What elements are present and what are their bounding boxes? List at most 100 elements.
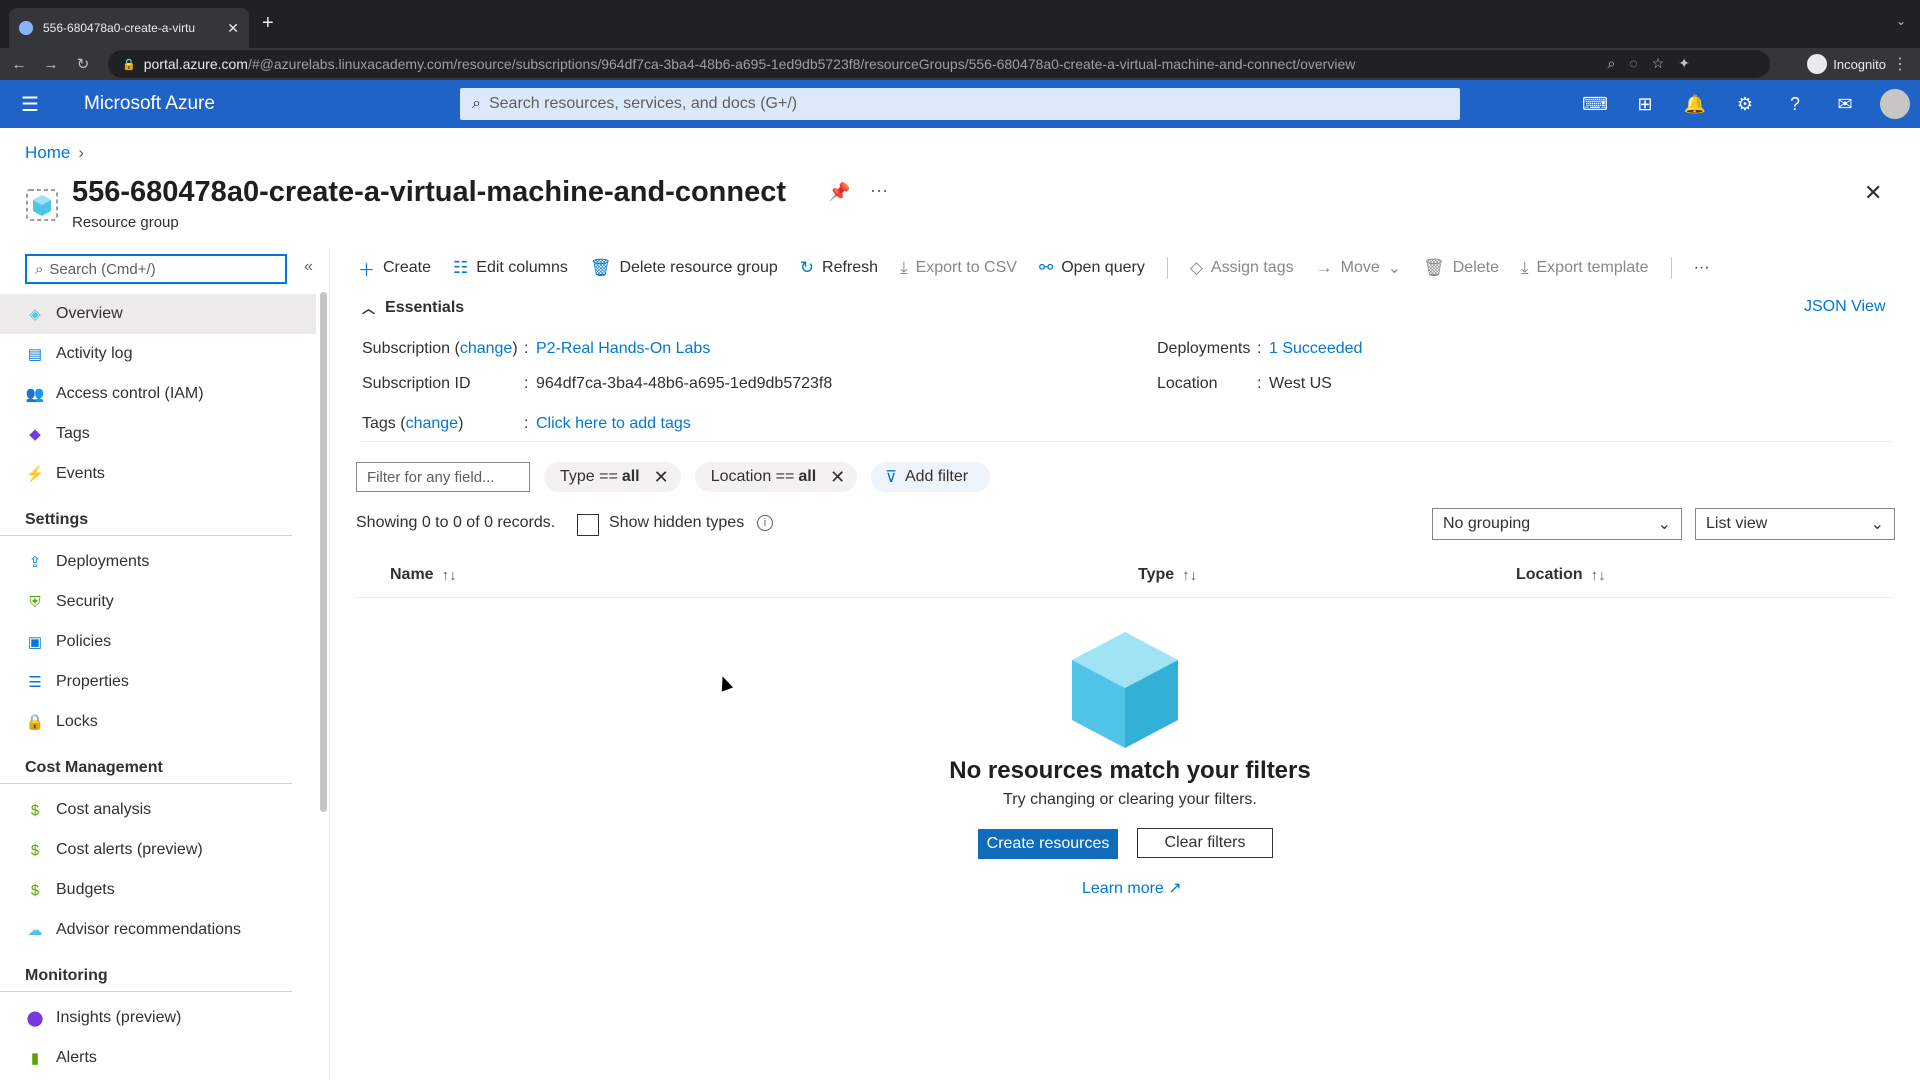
remove-filter-icon[interactable]: ✕ [654, 467, 669, 488]
grouping-dropdown[interactable]: No grouping ⌄ [1432, 508, 1682, 540]
menu-item-events[interactable]: ⚡ Events [0, 454, 316, 494]
new-tab-icon[interactable]: + [262, 12, 274, 35]
delete-resource-group-button[interactable]: 🗑 Delete resource group [590, 258, 778, 278]
essentials-toggle[interactable]: ︿ Essentials [362, 298, 464, 317]
download-icon: ⤓ [900, 258, 908, 277]
menu-scrollbar[interactable] [320, 292, 327, 812]
menu-item-activity-log[interactable]: ▤ Activity log [0, 334, 316, 374]
json-view-link[interactable]: JSON View [1804, 298, 1886, 316]
menu-item-budgets[interactable]: $ Budgets [0, 870, 316, 910]
help-icon[interactable]: ? [1770, 94, 1820, 115]
azure-brand[interactable]: Microsoft Azure [84, 93, 215, 115]
trash-icon: 🗑 [589, 258, 612, 277]
assign-tags-button[interactable]: ◇ Assign tags [1190, 258, 1294, 278]
create-resources-button[interactable]: Create resources [978, 829, 1118, 859]
menu-item-policies[interactable]: ▣ Policies [0, 622, 316, 662]
menu-item-alerts[interactable]: ▮ Alerts [0, 1038, 316, 1078]
browser-tab[interactable]: 556-680478a0-create-a-virtu ✕ [9, 8, 249, 48]
menu-item-label: Cost alerts (preview) [56, 841, 203, 858]
column-name-label: Name [390, 566, 434, 583]
close-icon[interactable]: ✕ [1864, 180, 1882, 206]
pin-icon[interactable]: 📌 [828, 182, 850, 203]
export-csv-label: Export to CSV [915, 259, 1017, 276]
clear-filters-button[interactable]: Clear filters [1137, 828, 1273, 858]
create-button[interactable]: ＋ Create [358, 256, 431, 281]
menu-item-security[interactable]: ⛨ Security [0, 582, 316, 622]
edit-columns-button[interactable]: ☷ Edit columns [453, 258, 568, 278]
zoom-icon[interactable]: ⌕ [1608, 55, 1616, 72]
forward-icon[interactable]: → [38, 56, 64, 73]
delete-button[interactable]: 🗑 Delete [1423, 258, 1499, 278]
open-query-button[interactable]: ⚯ Open query [1039, 258, 1145, 278]
subscription-value[interactable]: P2-Real Hands-On Labs [536, 340, 710, 358]
people-icon: 👥 [25, 386, 45, 403]
directory-filter-icon[interactable]: ⊞ [1620, 94, 1670, 115]
settings-gear-icon[interactable]: ⚙ [1720, 94, 1770, 115]
insights-icon: ⬤ [26, 1010, 44, 1027]
menu-item-locks[interactable]: 🔒 Locks [0, 702, 316, 742]
refresh-label: Refresh [822, 259, 879, 276]
notifications-icon[interactable]: 🔔 [1670, 94, 1720, 115]
menu-search-input[interactable]: ⌕ Search (Cmd+/) [25, 254, 287, 284]
global-search-placeholder: Search resources, services, and docs (G+… [488, 95, 798, 112]
reload-icon[interactable]: ↻ [70, 55, 96, 73]
type-filter-pill[interactable]: Type == all ✕ [544, 462, 681, 492]
eye-off-icon[interactable]: ◌ [1629, 55, 1637, 72]
view-dropdown[interactable]: List view ⌄ [1695, 508, 1895, 540]
hamburger-icon[interactable]: ☰ [0, 92, 60, 117]
column-type[interactable]: Type ↑↓ [1138, 566, 1197, 584]
tab-search-icon[interactable]: ⌄ [1896, 14, 1906, 28]
user-avatar[interactable] [1880, 89, 1910, 119]
menu-item-access-control[interactable]: 👥 Access control (IAM) [0, 374, 316, 414]
lock-icon[interactable]: 🔒 [122, 58, 136, 71]
filter-input[interactable]: Filter for any field... [356, 462, 530, 492]
incognito-badge[interactable]: Incognito [1807, 54, 1886, 74]
tab-title: 556-680478a0-create-a-virtu [43, 21, 196, 35]
back-icon[interactable]: ← [6, 56, 32, 73]
location-filter-value: all [798, 468, 817, 485]
assign-tags-label: Assign tags [1210, 259, 1294, 276]
more-options-icon[interactable]: ··· [870, 180, 888, 201]
column-name[interactable]: Name ↑↓ [390, 566, 457, 584]
address-bar[interactable]: 🔒 portal.azure.com/#@azurelabs.linuxacad… [108, 50, 1770, 78]
learn-more-link[interactable]: Learn more ↗ [1082, 878, 1182, 898]
feedback-icon[interactable]: ✉ [1820, 94, 1870, 115]
tab-close-icon[interactable]: ✕ [227, 20, 239, 37]
arrow-right-icon: → [1315, 258, 1333, 277]
move-button[interactable]: → Move ⌄ [1316, 258, 1402, 278]
show-hidden-label: Show hidden types [609, 514, 745, 531]
cloud-shell-icon[interactable]: ⌨ [1570, 94, 1620, 115]
chevron-down-icon: ⌄ [1657, 516, 1671, 533]
column-location[interactable]: Location ↑↓ [1516, 566, 1606, 584]
menu-item-insights[interactable]: ⬤ Insights (preview) [0, 998, 316, 1038]
add-tags-link[interactable]: Click here to add tags [536, 415, 691, 433]
column-location-label: Location [1516, 566, 1583, 583]
star-icon[interactable]: ☆ [1652, 55, 1665, 72]
tags-change-link[interactable]: change [406, 415, 459, 432]
remove-filter-icon[interactable]: ✕ [830, 467, 845, 488]
refresh-button[interactable]: ↻ Refresh [800, 258, 878, 278]
export-csv-button[interactable]: ⤓ Export to CSV [900, 258, 1017, 278]
alerts-icon: ▮ [30, 1050, 40, 1067]
menu-item-deployments[interactable]: ⇪ Deployments [0, 542, 316, 582]
collapse-menu-icon[interactable]: « [304, 258, 313, 276]
export-template-button[interactable]: ⤓ Export template [1521, 258, 1649, 278]
subscription-change-link[interactable]: change [460, 340, 513, 357]
location-label: Location [1157, 375, 1218, 392]
menu-item-overview[interactable]: ◈ Overview [0, 294, 316, 334]
menu-item-cost-alerts[interactable]: $ Cost alerts (preview) [0, 830, 316, 870]
show-hidden-checkbox[interactable] [577, 514, 599, 536]
extensions-icon[interactable]: ✦ [1678, 55, 1690, 72]
info-icon[interactable]: i [757, 515, 773, 531]
location-filter-pill[interactable]: Location == all ✕ [694, 462, 858, 492]
deployments-value[interactable]: 1 Succeeded [1269, 340, 1362, 358]
menu-item-properties[interactable]: ☰ Properties [0, 662, 316, 702]
add-filter-button[interactable]: ⊽ Add filter [871, 462, 991, 492]
global-search-input[interactable]: ⌕ Search resources, services, and docs (… [460, 88, 1460, 120]
filter-bar: Filter for any field... Type == all ✕ Loca… [356, 462, 1004, 492]
more-commands-button[interactable]: ··· [1694, 259, 1710, 277]
breadcrumb-home[interactable]: Home [25, 143, 70, 162]
browser-menu-icon[interactable]: ⋮ [1892, 54, 1908, 74]
menu-item-tags[interactable]: ◆ Tags [0, 414, 316, 454]
menu-item-advisor[interactable]: ☁ Advisor recommendations [0, 910, 316, 950]
